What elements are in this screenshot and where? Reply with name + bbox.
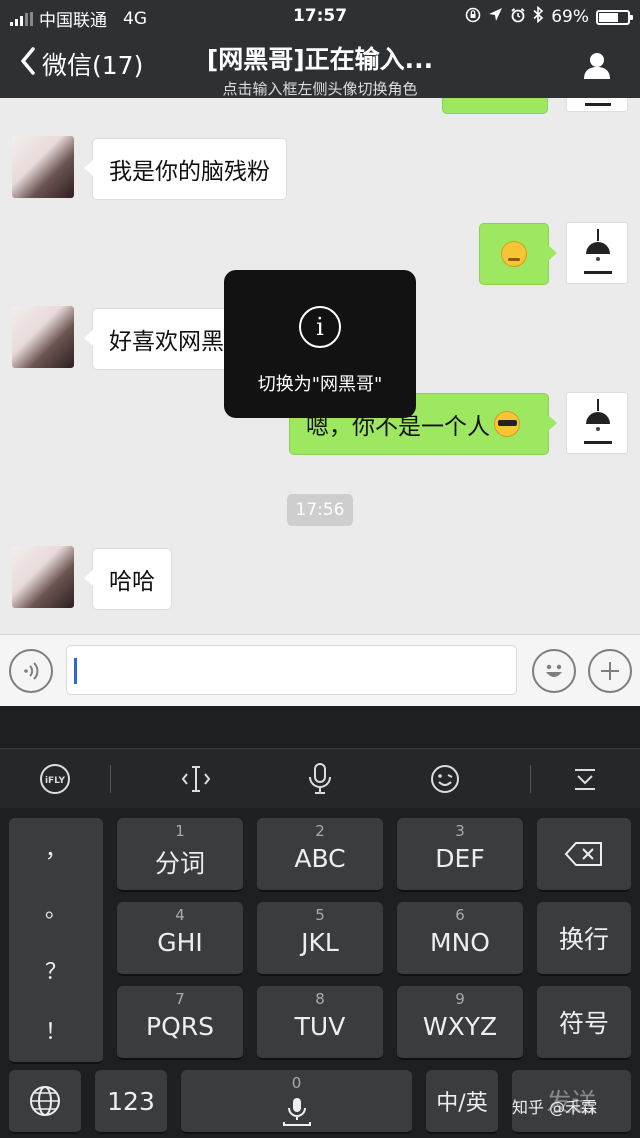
keyboard-toolbar: iFLY <box>0 748 640 808</box>
microphone-icon[interactable] <box>302 761 338 797</box>
language-switch-key[interactable]: 中/英 <box>426 1070 498 1134</box>
message-text: 哈哈 <box>109 569 155 595</box>
message-bubble[interactable]: 我是你的脑残粉 <box>84 138 287 200</box>
key-label: 符号 <box>558 1009 609 1038</box>
key-number: 3 <box>455 822 465 840</box>
alarm-icon <box>510 7 526 28</box>
plus-icon <box>601 662 619 680</box>
timestamp-chip: 17:56 <box>287 494 353 526</box>
newline-key[interactable]: 换行 <box>537 902 631 976</box>
key-label: JKL <box>301 928 339 957</box>
svg-text:iFLY: iFLY <box>45 776 66 786</box>
key-label: GHI <box>157 928 203 957</box>
status-bar: 中国联通 4G 17:57 69% <box>0 4 640 31</box>
avatar[interactable] <box>12 306 74 368</box>
back-button[interactable]: 微信(17) <box>20 46 143 82</box>
key-number: 2 <box>315 822 325 840</box>
backspace-key[interactable] <box>537 818 631 892</box>
bluetooth-icon <box>533 5 544 28</box>
ifly-logo-icon[interactable]: iFLY <box>37 761 73 797</box>
battery-icon <box>596 9 633 25</box>
key-number: 9 <box>455 990 465 1008</box>
numeric-key[interactable]: 123 <box>95 1070 167 1134</box>
more-button[interactable] <box>588 649 632 693</box>
smiley-icon <box>546 664 562 677</box>
message-bubble[interactable]: 哈哈 <box>84 548 172 610</box>
voice-input-button[interactable] <box>9 649 53 693</box>
key-label: ABC <box>294 844 346 873</box>
location-icon <box>488 7 503 27</box>
backspace-icon <box>537 818 631 890</box>
key-6[interactable]: 6 MNO <box>397 902 523 976</box>
message-bubble[interactable]: 好喜欢网黑 <box>84 308 242 370</box>
input-bar <box>0 634 640 706</box>
emoji-button[interactable] <box>532 649 576 693</box>
ime-keyboard: iFLY ， 。 ？ ！ 1 分词 2 ABC 3 DEF 4 GHI 5 JK… <box>0 706 640 1138</box>
cursor-move-icon[interactable] <box>178 761 214 797</box>
key-label: MNO <box>430 928 490 957</box>
message-text: 好喜欢网黑 <box>109 329 224 355</box>
key-number: 8 <box>315 990 325 1008</box>
chat-title: [网黑哥]正在输入... <box>206 45 434 74</box>
key-2[interactable]: 2 ABC <box>257 818 383 892</box>
key-label: 换行 <box>558 925 609 954</box>
key-label: WXYZ <box>422 1012 498 1041</box>
punctuation-key[interactable]: ？ <box>9 954 103 986</box>
key-label: DEF <box>435 844 485 873</box>
message-bubble-partial <box>442 98 548 114</box>
key-label: PQRS <box>146 1012 214 1041</box>
battery-percent: 69% <box>551 7 589 27</box>
key-label: 分词 <box>154 849 205 878</box>
key-9[interactable]: 9 WXYZ <box>397 986 523 1060</box>
symbol-key[interactable]: 符号 <box>537 986 631 1060</box>
key-number: 7 <box>175 990 185 1008</box>
space-key[interactable]: 0 <box>181 1070 412 1134</box>
key-number: 5 <box>315 906 325 924</box>
sly-face-emoji <box>501 241 527 267</box>
toast-text: 切换为"网黑哥" <box>257 374 383 395</box>
avatar[interactable] <box>566 98 628 112</box>
key-label: 123 <box>107 1086 155 1116</box>
punctuation-key[interactable]: ， <box>9 832 103 864</box>
collapse-keyboard-icon[interactable] <box>567 761 603 797</box>
navigation-header: 中国联通 4G 17:57 69% 微信(17) [网黑哥]正在输入... 点击… <box>0 0 640 98</box>
key-1[interactable]: 1 分词 <box>117 818 243 892</box>
key-8[interactable]: 8 TUV <box>257 986 383 1060</box>
key-7[interactable]: 7 PQRS <box>117 986 243 1060</box>
globe-icon <box>9 1070 81 1132</box>
watermark: 知乎 @禾霖 <box>512 1098 598 1117</box>
key-5[interactable]: 5 JKL <box>257 902 383 976</box>
chevron-left-icon <box>20 46 36 82</box>
message-bubble[interactable] <box>479 223 557 285</box>
sunglasses-emoji <box>494 411 520 437</box>
chat-info-person-icon[interactable] <box>582 50 612 80</box>
key-4[interactable]: 4 GHI <box>117 902 243 976</box>
punctuation-key[interactable]: ！ <box>9 1014 103 1046</box>
chat-subtitle: 点击输入框左侧头像切换角色 <box>222 80 418 98</box>
key-number: 4 <box>175 906 185 924</box>
key-number: 0 <box>291 1074 302 1092</box>
avatar[interactable] <box>566 392 628 454</box>
voice-wave-icon <box>24 662 39 680</box>
key-number: 1 <box>175 822 185 840</box>
back-label: 微信(17) <box>42 51 144 80</box>
key-label: TUV <box>294 1012 346 1041</box>
key-label: 中/英 <box>436 1091 488 1116</box>
orientation-lock-icon <box>465 7 481 28</box>
emoji-icon[interactable] <box>427 761 463 797</box>
globe-key[interactable] <box>9 1070 81 1134</box>
avatar[interactable] <box>566 222 628 284</box>
key-number: 6 <box>455 906 465 924</box>
punctuation-key[interactable]: 。 <box>9 892 103 924</box>
avatar[interactable] <box>12 136 74 198</box>
space-mic-icon <box>181 1096 412 1132</box>
text-cursor <box>74 658 77 684</box>
info-icon: i <box>299 306 341 348</box>
punctuation-column[interactable]: ， 。 ？ ！ <box>9 818 103 1064</box>
avatar[interactable] <box>12 546 74 608</box>
message-input[interactable] <box>66 645 517 695</box>
message-text: 我是你的脑残粉 <box>109 159 270 185</box>
key-3[interactable]: 3 DEF <box>397 818 523 892</box>
role-switch-toast: i 切换为"网黑哥" <box>224 270 416 418</box>
